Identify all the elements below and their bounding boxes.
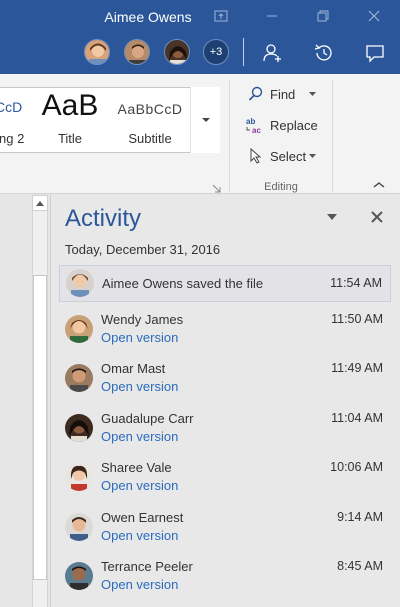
cursor-icon <box>246 146 266 166</box>
maximize-icon[interactable] <box>310 6 336 26</box>
pane-title: Activity <box>65 205 142 232</box>
activity-time: 11:50 AM <box>331 312 383 326</box>
activity-item: Terrance Peeler Open version 8:45 AM <box>59 558 391 598</box>
styles-more-button[interactable] <box>190 87 220 153</box>
chevron-down-icon <box>309 154 317 158</box>
replace-icon: ab ac <box>246 115 266 135</box>
search-icon <box>246 84 266 104</box>
activity-time: 11:04 AM <box>331 411 383 425</box>
chevron-up-icon <box>36 200 44 206</box>
collapse-ribbon-icon[interactable] <box>372 180 386 190</box>
history-icon[interactable] <box>311 40 337 66</box>
activity-text: Terrance Peeler <box>101 559 193 574</box>
open-version-link[interactable]: Open version <box>101 478 178 493</box>
avatar <box>65 463 93 491</box>
svg-text:ac: ac <box>252 126 261 134</box>
select-button[interactable]: Select <box>246 144 317 168</box>
open-version-link[interactable]: Open version <box>101 528 178 543</box>
avatar <box>65 315 93 343</box>
collaborator-avatar[interactable] <box>84 39 110 65</box>
avatar <box>65 562 93 590</box>
open-version-link[interactable]: Open version <box>101 429 178 444</box>
replace-label: Replace <box>270 117 318 133</box>
close-icon[interactable] <box>361 6 387 26</box>
open-version-link[interactable]: Open version <box>101 379 178 394</box>
minimize-icon[interactable] <box>259 6 285 26</box>
svg-text:ab: ab <box>246 117 255 126</box>
find-label: Find <box>270 86 296 102</box>
activity-time: 11:49 AM <box>331 361 383 375</box>
activity-item: Wendy James Open version 11:50 AM <box>59 311 391 351</box>
replace-button[interactable]: ab ac Replace <box>246 113 318 137</box>
style-subtitle[interactable]: AaBbCcD Subtitle <box>111 88 189 152</box>
activity-text: Aimee Owens saved the file <box>102 276 264 291</box>
avatar <box>65 513 93 541</box>
collaborator-avatar[interactable] <box>164 39 190 65</box>
activity-text: Sharee Vale <box>101 460 172 475</box>
dialog-launcher-icon[interactable] <box>212 184 221 193</box>
styles-gallery: CcD ng 2 AaB Title AaBbCcD Subtitle <box>0 87 220 153</box>
find-button[interactable]: Find <box>246 82 317 106</box>
title-bar: Aimee Owens +3 <box>0 0 400 74</box>
dropdown-arrow-icon <box>201 118 210 122</box>
select-label: Select <box>270 148 307 164</box>
titlebar-divider <box>243 38 244 66</box>
close-pane-icon[interactable] <box>369 209 385 225</box>
activity-time: 9:14 AM <box>337 510 383 524</box>
share-person-icon[interactable] <box>260 40 286 66</box>
editing-group-label: Editing <box>264 181 298 193</box>
restore-window-icon[interactable] <box>208 6 234 26</box>
pane-options-icon[interactable] <box>325 212 339 222</box>
collaborator-avatar[interactable] <box>124 39 150 65</box>
activity-item[interactable]: Aimee Owens saved the file 11:54 AM <box>59 265 391 302</box>
avatar <box>66 269 94 297</box>
activity-date: Today, December 31, 2016 <box>65 242 221 257</box>
more-collaborators-badge[interactable]: +3 <box>203 39 229 65</box>
activity-time: 10:06 AM <box>330 460 383 474</box>
avatar <box>65 414 93 442</box>
chevron-down-icon <box>309 92 317 96</box>
scroll-up-button[interactable] <box>32 195 48 211</box>
activity-text: Wendy James <box>101 312 184 327</box>
activity-text: Omar Mast <box>101 361 166 376</box>
comments-icon[interactable] <box>362 40 388 66</box>
activity-time: 8:45 AM <box>337 559 383 573</box>
activity-item: Guadalupe Carr Open version 11:04 AM <box>59 410 391 450</box>
activity-text: Owen Earnest <box>101 510 184 525</box>
activity-item: Owen Earnest Open version 9:14 AM <box>59 509 391 549</box>
activity-time: 11:54 AM <box>330 276 382 290</box>
open-version-link[interactable]: Open version <box>101 330 178 345</box>
avatar <box>65 364 93 392</box>
ribbon: CcD ng 2 AaB Title AaBbCcD Subtitle Find… <box>0 74 400 194</box>
open-version-link[interactable]: Open version <box>101 577 178 592</box>
activity-item: Omar Mast Open version 11:49 AM <box>59 360 391 400</box>
activity-pane: Activity Today, December 31, 2016 Aimee … <box>50 195 400 607</box>
window-title: Aimee Owens <box>104 9 192 25</box>
activity-item: Sharee Vale Open version 10:06 AM <box>59 459 391 499</box>
style-heading-2[interactable]: CcD ng 2 <box>0 88 29 152</box>
activity-text: Guadalupe Carr <box>101 411 194 426</box>
ribbon-group-divider <box>229 80 230 192</box>
scrollbar-thumb[interactable] <box>33 275 47 580</box>
ribbon-group-divider <box>332 80 333 192</box>
style-title[interactable]: AaB Title <box>29 88 111 152</box>
